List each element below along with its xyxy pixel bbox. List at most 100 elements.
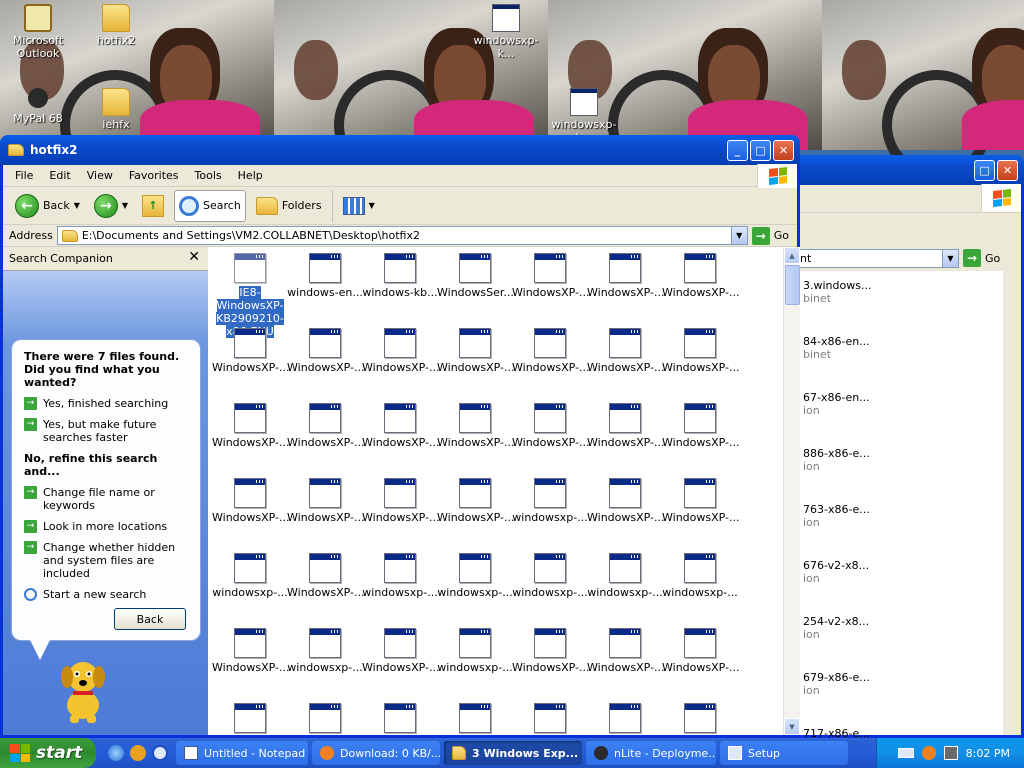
list-item[interactable]: 676-v2-x8... ion	[803, 559, 869, 585]
close-icon[interactable]: ✕	[997, 160, 1018, 181]
file-item[interactable]: windowsxp-...	[362, 553, 438, 599]
task-nlite[interactable]: nLite - Deployme...	[586, 741, 716, 765]
file-item[interactable]: windowsxp-...	[512, 553, 588, 599]
file-item[interactable]	[287, 703, 363, 735]
file-item[interactable]: WindowsXP-...	[587, 328, 665, 374]
file-item[interactable]: windowsxp-...	[437, 553, 513, 599]
up-folder-button[interactable]: ↑	[138, 190, 168, 222]
file-item[interactable]: WindowsXP-...	[662, 478, 740, 524]
menu-favorites[interactable]: Favorites	[121, 169, 187, 182]
search-back-button[interactable]: Back	[114, 608, 186, 630]
file-item[interactable]: WindowsXP-...	[662, 403, 740, 449]
file-item[interactable]: WindowsXP-...	[437, 328, 515, 374]
internet-explorer-icon[interactable]	[108, 745, 124, 761]
file-item[interactable]: windowsxp-...	[437, 628, 513, 674]
chevron-down-icon[interactable]: ▼	[122, 201, 128, 210]
task-download[interactable]: Download: 0 KB/...	[312, 741, 440, 765]
background-go-button[interactable]: → Go	[963, 249, 1000, 267]
file-item[interactable]: WindowsXP-...	[662, 253, 740, 299]
file-item[interactable]	[512, 703, 588, 735]
file-item[interactable]: WindowsXP-...	[587, 403, 665, 449]
scroll-down-icon[interactable]: ▼	[784, 718, 800, 735]
maximize-button[interactable]: □	[750, 140, 771, 161]
file-item[interactable]: WindowsXP-...	[512, 628, 590, 674]
file-item[interactable]: WindowsXP-...	[287, 403, 365, 449]
menu-view[interactable]: View	[79, 169, 121, 182]
file-item[interactable]: WindowsXP-...	[512, 253, 590, 299]
option-future-searches-faster[interactable]: → Yes, but make future searches faster	[24, 418, 188, 444]
file-item[interactable]	[212, 703, 288, 735]
window-titlebar[interactable]: hotfix2 _ □ ✕	[0, 135, 800, 165]
list-item[interactable]: 3.windows... binet	[803, 279, 871, 305]
file-item[interactable]: WindowsXP-...	[437, 478, 515, 524]
option-more-locations[interactable]: → Look in more locations	[24, 520, 188, 533]
file-item[interactable]: WindowsXP-...	[587, 478, 665, 524]
menu-edit[interactable]: Edit	[41, 169, 78, 182]
folders-button[interactable]: Folders	[252, 190, 326, 222]
list-item[interactable]: 67-x86-en... ion	[803, 391, 870, 417]
desktop-icon-outlook[interactable]: Microsoft Outlook	[0, 4, 76, 60]
file-item[interactable]: IE8-WindowsXP-KB2909210-x86-ENU	[212, 253, 288, 338]
task-windows-explorer[interactable]: 3 Windows Exp... ▼	[444, 741, 582, 765]
file-item[interactable]: WindowsXP-...	[212, 403, 290, 449]
chevron-down-icon[interactable]: ▼	[74, 201, 80, 210]
start-button[interactable]: start	[0, 738, 96, 768]
menu-file[interactable]: File	[7, 169, 41, 182]
list-item[interactable]: 254-v2-x8... ion	[803, 615, 869, 641]
file-item[interactable]: windowsxp-...	[662, 553, 738, 599]
desktop-icon-windowsxp-file[interactable]: windowsxp-k...	[468, 4, 544, 60]
list-item[interactable]: 84-x86-en... binet	[803, 335, 870, 361]
list-item[interactable]: 679-x86-e... ion	[803, 671, 870, 697]
vertical-scrollbar[interactable]: ▲ ▼	[783, 247, 800, 735]
list-item[interactable]: 763-x86-e... ion	[803, 503, 870, 529]
chevron-down-icon[interactable]: ▼	[369, 201, 375, 210]
file-item[interactable]: WindowsXP-...	[212, 628, 290, 674]
file-item[interactable]: windowsxp-...	[587, 553, 663, 599]
menu-tools[interactable]: Tools	[187, 169, 230, 182]
menu-help[interactable]: Help	[230, 169, 271, 182]
file-item[interactable]: WindowsXP-...	[512, 403, 590, 449]
address-field[interactable]: E:\Documents and Settings\VM2.COLLABNET\…	[56, 226, 748, 245]
file-item[interactable]: WindowsXP-...	[512, 328, 590, 374]
option-hidden-system-files[interactable]: → Change whether hidden and system files …	[24, 541, 188, 580]
file-item[interactable]: WindowsXP-...	[362, 403, 440, 449]
file-item[interactable]: WindowsSer...	[437, 253, 514, 299]
desktop-icon-mypal[interactable]: MyPal 68	[0, 88, 76, 125]
close-button[interactable]: ✕	[773, 140, 794, 161]
option-change-file-name[interactable]: → Change file name or keywords	[24, 486, 188, 512]
media-icon[interactable]	[130, 745, 146, 761]
file-item[interactable]: windows-en...	[287, 253, 363, 299]
file-item[interactable]: windowsxp-...	[212, 553, 288, 599]
file-item[interactable]: WindowsXP-...	[287, 478, 365, 524]
close-icon[interactable]: ✕	[188, 249, 200, 265]
file-item[interactable]	[662, 703, 738, 735]
list-item[interactable]: 886-x86-e... ion	[803, 447, 870, 473]
background-address-field[interactable]: nt ▼	[793, 248, 959, 268]
file-item[interactable]	[362, 703, 438, 735]
maximize-icon[interactable]: □	[974, 160, 995, 181]
file-item[interactable]: WindowsXP-...	[362, 328, 440, 374]
keyboard-icon[interactable]	[897, 748, 914, 758]
browser-icon[interactable]	[152, 745, 168, 761]
file-item[interactable]: WindowsXP-...	[587, 628, 665, 674]
file-item[interactable]	[587, 703, 663, 735]
views-button[interactable]: ▼	[331, 189, 379, 222]
scroll-thumb[interactable]	[785, 265, 800, 305]
forward-button[interactable]: → ▼	[90, 190, 132, 222]
explorer-window[interactable]: hotfix2 _ □ ✕ File Edit View Favorites T…	[0, 135, 800, 738]
file-item[interactable]: WindowsXP-...	[362, 478, 440, 524]
download-tray-icon[interactable]	[921, 746, 936, 760]
minimize-button[interactable]: _	[727, 140, 748, 161]
file-item[interactable]: WindowsXP-...	[662, 328, 740, 374]
scroll-up-icon[interactable]: ▲	[784, 247, 800, 264]
file-item[interactable]: WindowsXP-...	[212, 478, 290, 524]
clock[interactable]: 8:02 PM	[966, 747, 1010, 760]
back-button[interactable]: ← Back ▼	[11, 190, 84, 222]
option-new-search[interactable]: Start a new search	[24, 588, 188, 601]
task-notepad[interactable]: Untitled - Notepad	[176, 741, 308, 765]
chevron-down-icon[interactable]: ▼	[730, 227, 747, 244]
file-item[interactable]: WindowsXP-...	[362, 628, 440, 674]
file-item[interactable]: windowsxp-...	[287, 628, 363, 674]
background-explorer-window[interactable]: □ ✕ nt ▼ → Go 3.windows... binet 84-x86-e…	[790, 155, 1024, 740]
file-item[interactable]: windowsxp-...	[512, 478, 588, 524]
